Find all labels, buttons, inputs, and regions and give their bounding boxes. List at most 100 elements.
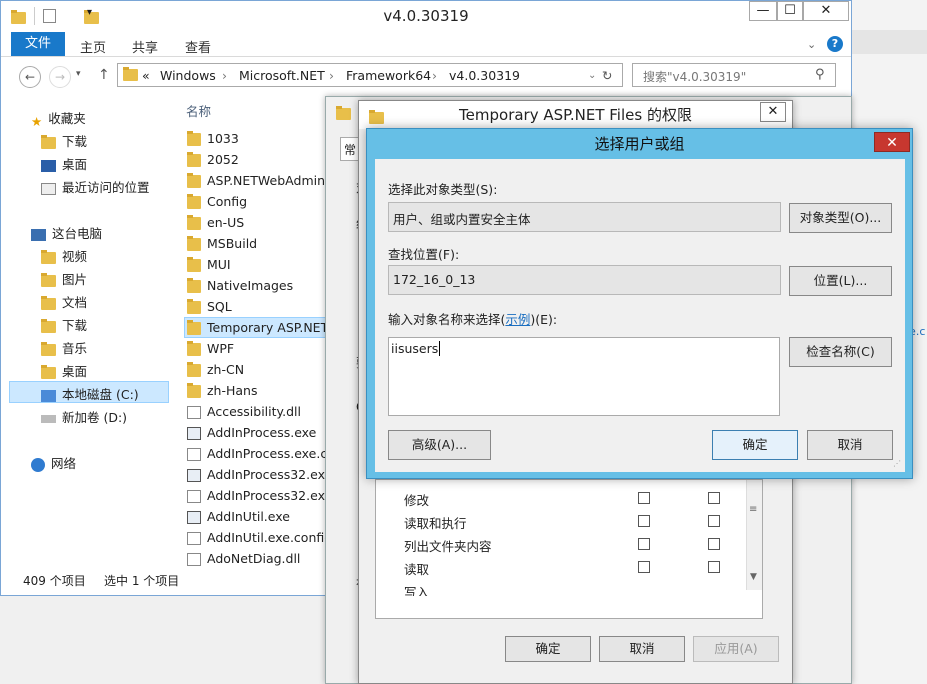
help-icon[interactable]: ? (827, 36, 843, 52)
breadcrumb-microsoft-net[interactable]: Microsoft.NET (239, 68, 325, 83)
scroll-down-icon[interactable]: ▼ (750, 572, 757, 582)
file-icon (187, 490, 201, 503)
location-field: 172_16_0_13 (388, 265, 781, 295)
close-button[interactable]: ✕ (803, 1, 849, 21)
advanced-button[interactable]: 高级(A)... (388, 430, 491, 460)
file-list-item[interactable]: MSBuild (187, 236, 327, 251)
breadcrumb-framework64[interactable]: Framework64 (346, 68, 431, 83)
tab-file[interactable]: 文件 (11, 32, 65, 56)
nav-pc-desktop[interactable]: 桌面 (41, 361, 87, 380)
file-list-item[interactable]: ASP.NETWebAdminFiles (187, 173, 327, 188)
forward-button[interactable]: → (49, 66, 71, 88)
permission-row-read: 读取 (404, 562, 430, 577)
allow-checkbox[interactable] (638, 538, 650, 550)
ribbon-expand-icon[interactable]: ⌄ (807, 38, 816, 51)
nav-pictures[interactable]: 图片 (41, 269, 87, 288)
nav-documents[interactable]: 文档 (41, 292, 87, 311)
back-button[interactable]: ← (19, 66, 41, 88)
desktop-folder-icon (41, 364, 56, 379)
file-icon (187, 553, 201, 566)
deny-checkbox[interactable] (708, 515, 720, 527)
search-icon[interactable]: ⚲ (815, 67, 825, 82)
file-name: AddInProcess.exe (207, 425, 317, 440)
permissions-scrollbar[interactable]: ≡ ▼ (746, 480, 762, 590)
nav-videos[interactable]: 视频 (41, 246, 87, 265)
select-cancel-button[interactable]: 取消 (807, 430, 893, 460)
minimize-button[interactable]: — (749, 1, 777, 21)
object-types-button[interactable]: 对象类型(O)... (789, 203, 892, 233)
nav-recent[interactable]: 最近访问的位置 (41, 177, 150, 196)
locations-button[interactable]: 位置(L)... (789, 266, 892, 296)
tab-home[interactable]: 主页 (80, 37, 106, 56)
background-toolbar (846, 30, 927, 54)
file-list-item[interactable]: en-US (187, 215, 327, 230)
recent-places-icon (41, 182, 56, 195)
nav-network[interactable]: 网络 (31, 453, 76, 472)
column-header-name[interactable]: 名称 (186, 101, 211, 120)
nav-downloads[interactable]: 下载 (41, 131, 87, 150)
file-list-item[interactable]: AddInProcess32.exe (187, 467, 327, 482)
file-list-item[interactable]: AddInProcess.exe (187, 425, 327, 440)
refresh-icon[interactable]: ↻ (602, 68, 612, 83)
file-list-item[interactable]: NativeImages (187, 278, 327, 293)
file-name: NativeImages (207, 278, 294, 293)
resize-grip-icon[interactable]: ⋰ (893, 459, 901, 468)
file-list-item[interactable]: 2052 (187, 152, 327, 167)
deny-checkbox[interactable] (708, 561, 720, 573)
folder-icon (187, 215, 201, 230)
file-name: MSBuild (207, 236, 258, 251)
object-names-input[interactable]: iisusers (388, 337, 780, 416)
file-list-item[interactable]: zh-Hans (187, 383, 327, 398)
file-list-item[interactable]: AddInUtil.exe.config (187, 530, 327, 545)
nav-music[interactable]: 音乐 (41, 338, 87, 357)
object-type-field: 用户、组或内置安全主体 (388, 202, 781, 232)
file-list-item[interactable]: AddInUtil.exe (187, 509, 327, 524)
file-name: zh-Hans (207, 383, 258, 398)
nav-favorites[interactable]: ★ 收藏夹 (31, 108, 86, 129)
file-list-item[interactable]: AddInProcess.exe.config (187, 446, 327, 461)
file-list-item[interactable]: SQL (187, 299, 327, 314)
deny-checkbox[interactable] (708, 538, 720, 550)
maximize-button[interactable]: ☐ (777, 1, 803, 21)
address-input[interactable]: « Windows › Microsoft.NET › Framework64 … (117, 63, 623, 87)
file-name: Temporary ASP.NET Files (207, 320, 327, 335)
file-list-item[interactable]: Config (187, 194, 327, 209)
ribbon-tabs (1, 31, 851, 57)
tab-share[interactable]: 共享 (132, 37, 158, 56)
recent-locations-icon[interactable]: ▾ (76, 69, 81, 79)
search-input[interactable]: 搜索"v4.0.30319" (632, 63, 836, 87)
breadcrumb-version[interactable]: v4.0.30319 (449, 68, 520, 83)
permission-row-write: 写入 (404, 585, 430, 596)
nav-local-disk[interactable]: 本地磁盘 (C:) (41, 384, 139, 403)
permissions-apply-button[interactable]: 应用(A) (693, 636, 779, 662)
nav-pc-downloads[interactable]: 下载 (41, 315, 87, 334)
address-dropdown-icon[interactable]: ⌄ (588, 70, 596, 81)
permissions-ok-button[interactable]: 确定 (505, 636, 591, 662)
deny-checkbox[interactable] (708, 492, 720, 504)
breadcrumb-windows[interactable]: Windows (160, 68, 216, 83)
permissions-close-button[interactable]: ✕ (760, 102, 786, 122)
file-list-item[interactable]: MUI (187, 257, 327, 272)
allow-checkbox[interactable] (638, 515, 650, 527)
allow-checkbox[interactable] (638, 492, 650, 504)
allow-checkbox[interactable] (638, 561, 650, 573)
examples-link[interactable]: 示例 (505, 312, 530, 327)
tab-view[interactable]: 查看 (185, 37, 211, 56)
select-close-button[interactable]: ✕ (874, 132, 910, 152)
file-list-item[interactable]: WPF (187, 341, 327, 356)
permissions-cancel-button[interactable]: 取消 (599, 636, 685, 662)
up-button[interactable]: ↑ (98, 67, 110, 83)
file-list-item[interactable]: AddInProcess32.exe.config (187, 488, 327, 503)
nav-this-pc[interactable]: 这台电脑 (31, 223, 102, 242)
nav-desktop[interactable]: 桌面 (41, 154, 87, 173)
file-list-item[interactable]: AdoNetDiag.dll (187, 551, 327, 566)
file-list-item[interactable]: Temporary ASP.NET Files (187, 320, 327, 335)
select-ok-button[interactable]: 确定 (712, 430, 798, 460)
file-list-item[interactable]: Accessibility.dll (187, 404, 327, 419)
check-names-button[interactable]: 检查名称(C) (789, 337, 892, 367)
music-folder-icon (41, 341, 56, 356)
file-list-item[interactable]: zh-CN (187, 362, 327, 377)
address-overflow[interactable]: « (142, 68, 150, 83)
file-list-item[interactable]: 1033 (187, 131, 327, 146)
nav-new-volume[interactable]: 新加卷 (D:) (41, 407, 127, 426)
